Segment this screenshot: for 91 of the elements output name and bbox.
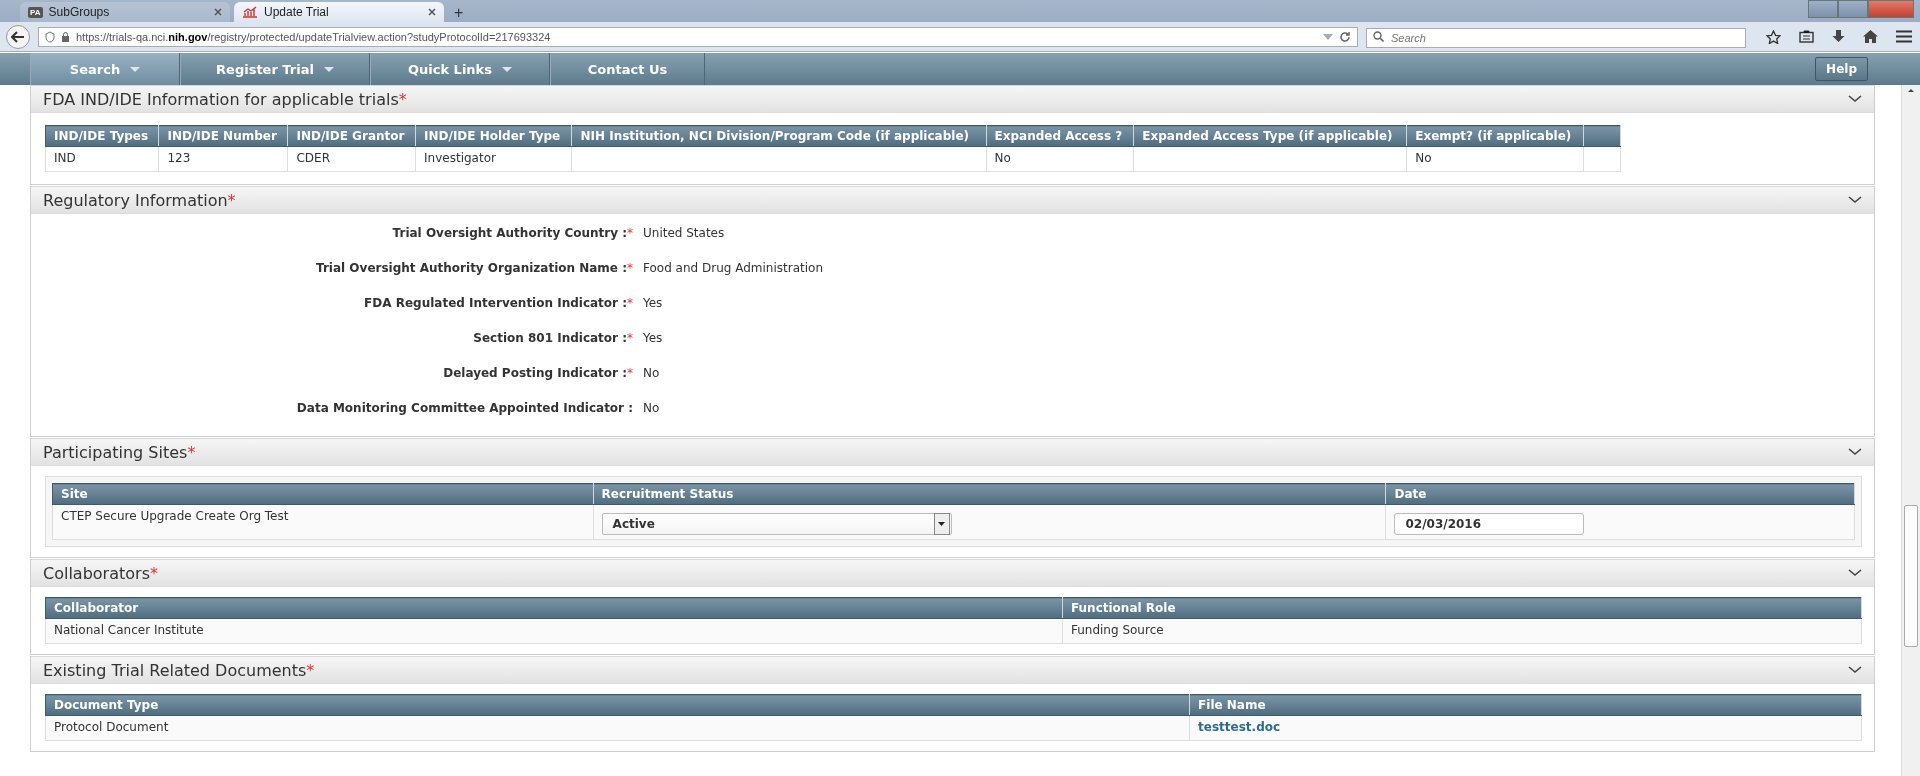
url-text: https://trials-qa.nci.nih.gov/registry/protected/updateTrialview.action?studyProtocolId=217693324: [76, 30, 552, 43]
required-mark: *: [398, 89, 407, 109]
chart-icon: [242, 6, 258, 18]
section-header[interactable]: Participating Sites*: [31, 438, 1874, 466]
required-mark: *: [627, 366, 633, 380]
section-header[interactable]: Collaborators*: [31, 559, 1874, 587]
new-tab-button[interactable]: +: [448, 4, 470, 22]
back-arrow-icon: [11, 30, 25, 43]
chevron-icon[interactable]: [1848, 666, 1862, 674]
column-header: Recruitment Status: [593, 483, 1386, 505]
table-cell: IND: [54, 151, 76, 165]
column-header: Document Type: [45, 694, 1190, 716]
chevron-icon[interactable]: [1848, 196, 1862, 204]
field-value: Food and Drug Administration: [643, 261, 824, 277]
table-cell: CTEP Secure Upgrade Create Org Test: [61, 509, 289, 523]
browser-tab[interactable]: PA SubGroups: [20, 2, 230, 22]
scrollbar-thumb[interactable]: [1904, 505, 1918, 647]
column-header: NIH Institution, NCI Division/Program Code (if applicable): [571, 125, 986, 147]
field-label: Section 801 Indicator :*: [473, 331, 633, 347]
browser-tab[interactable]: Update Trial: [234, 2, 444, 22]
section-header[interactable]: Regulatory Information*: [31, 186, 1874, 214]
field-value: United States: [643, 226, 726, 242]
field-label: Trial Oversight Authority Country :*: [392, 226, 633, 242]
back-button[interactable]: [6, 24, 30, 49]
table-cell: No: [994, 151, 1011, 165]
column-header: Expanded Access ?: [986, 125, 1134, 147]
tab-label: SubGroups: [48, 5, 111, 19]
column-header: Expanded Access Type (if applicable): [1133, 125, 1407, 147]
menu-icon[interactable]: [1896, 30, 1912, 43]
column-header: File Name: [1189, 694, 1862, 716]
required-mark: *: [627, 331, 633, 345]
address-bar[interactable]: https://trials-qa.nci.nih.gov/registry/protected/updateTrialview.action?studyProtocolId=217693324: [38, 26, 1358, 47]
section-title: Participating Sites*: [43, 442, 197, 462]
section-title: FDA IND/IDE Information for applicable trials*: [43, 89, 408, 109]
caret-icon: [938, 522, 946, 526]
required-mark: *: [187, 442, 196, 462]
column-header: Exempt? (if applicable): [1406, 125, 1584, 147]
shield-icon: [45, 30, 55, 43]
field-label: Trial Oversight Authority Organization Name :*: [316, 261, 633, 277]
table-cell: Investigator: [424, 151, 496, 165]
chevron-icon[interactable]: [1848, 448, 1862, 456]
search-field[interactable]: Search: [1366, 27, 1746, 48]
field-label: Delayed Posting Indicator :*: [443, 366, 633, 382]
home-icon[interactable]: [1863, 30, 1878, 43]
field-value: Yes: [643, 331, 664, 347]
column-header: IND/IDE Grantor: [287, 125, 416, 147]
field-label: Data Monitoring Committee Appointed Indicator :: [296, 401, 633, 417]
field-value: No: [643, 366, 661, 382]
required-mark: *: [627, 226, 633, 240]
tab-label: Update Trial: [264, 5, 330, 19]
chevron-icon[interactable]: [1848, 569, 1862, 577]
status-dropdown[interactable]: Active: [601, 513, 952, 535]
column-header: IND/IDE Number: [158, 125, 288, 147]
section-header[interactable]: FDA IND/IDE Information for applicable trials*: [31, 85, 1874, 113]
file-link[interactable]: testtest.doc: [1198, 720, 1281, 734]
lock-icon: [61, 31, 70, 42]
column-header: Date: [1385, 483, 1855, 505]
help-button[interactable]: Help: [1815, 57, 1868, 81]
required-mark: *: [627, 261, 633, 275]
table-cell: 123: [167, 151, 191, 165]
column-header: Site: [52, 483, 594, 505]
close-icon[interactable]: [428, 8, 436, 16]
field-label: FDA Regulated Intervention Indicator :*: [364, 296, 633, 312]
required-mark: *: [306, 660, 315, 680]
search-icon: [1373, 30, 1384, 42]
chevron-icon[interactable]: [1848, 95, 1862, 103]
date-field[interactable]: 02/03/2016: [1394, 513, 1585, 535]
clipboard-icon[interactable]: [1799, 30, 1814, 43]
favicon: PA: [28, 6, 43, 18]
close-icon[interactable]: [214, 8, 222, 16]
table-cell: National Cancer Institute: [54, 623, 204, 637]
column-header: IND/IDE Holder Type: [415, 125, 572, 147]
section-title: Existing Trial Related Documents*: [43, 660, 316, 680]
download-icon[interactable]: [1832, 29, 1845, 44]
table-cell: Protocol Document: [54, 720, 169, 734]
column-header: IND/IDE Types: [45, 125, 159, 147]
field-value: Yes: [643, 296, 664, 312]
column-header: Collaborator: [45, 597, 1063, 619]
field-value: No: [643, 401, 661, 417]
section-title: Regulatory Information*: [43, 190, 237, 210]
column-header: Functional Role: [1062, 597, 1862, 619]
required-mark: *: [627, 296, 633, 310]
required-mark: *: [149, 563, 158, 583]
required-mark: *: [227, 190, 236, 210]
reload-icon[interactable]: [1339, 30, 1351, 43]
table-cell: CDER: [296, 151, 330, 165]
table-cell: No: [1415, 151, 1432, 165]
section-title: Collaborators*: [43, 563, 159, 583]
section-header[interactable]: Existing Trial Related Documents*: [31, 656, 1874, 684]
star-icon[interactable]: [1766, 29, 1781, 44]
table-cell: Funding Source: [1070, 623, 1164, 637]
